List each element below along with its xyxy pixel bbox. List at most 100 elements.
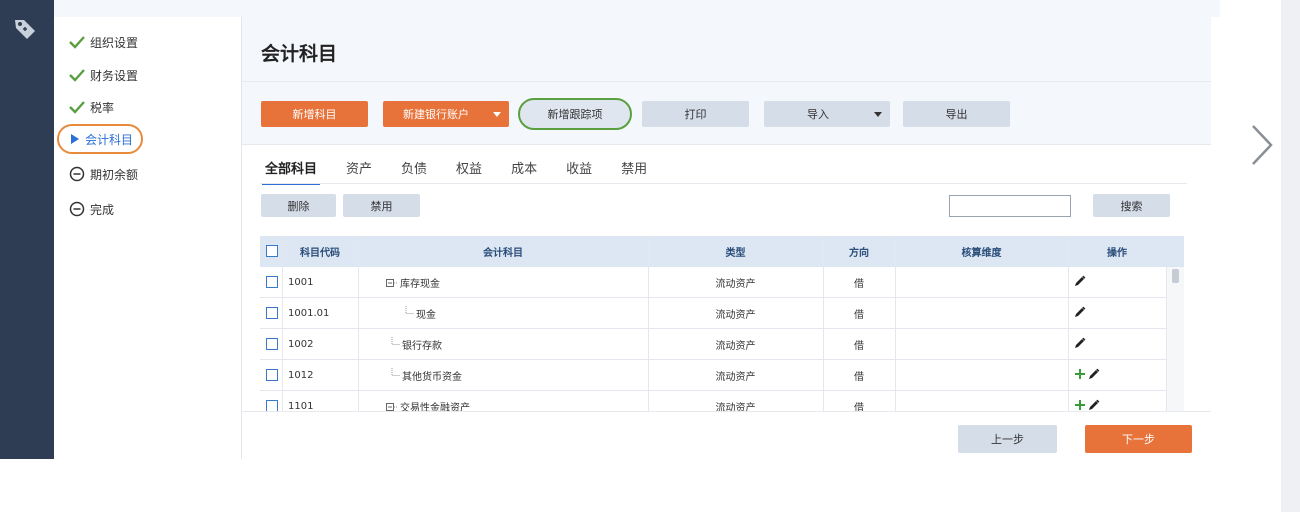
account-type: 流动资产	[715, 372, 756, 383]
check-icon	[68, 98, 86, 116]
select-all-checkbox[interactable]	[266, 245, 278, 257]
toolbar: 新增科目 新建银行账户 新增跟踪项 打印 导入 导出	[242, 82, 1211, 145]
row-checkbox[interactable]	[266, 369, 278, 381]
prev-step-button[interactable]: 上一步	[958, 425, 1057, 453]
step-opening-balance[interactable]: 期初余额	[68, 162, 138, 186]
search-input[interactable]	[949, 195, 1071, 217]
print-button[interactable]: 打印	[642, 101, 749, 127]
column-divider	[895, 236, 896, 411]
header-code[interactable]: 科目代码	[282, 236, 358, 267]
account-dimension	[895, 329, 1068, 360]
import-button[interactable]: 导入	[764, 101, 890, 127]
step-finance-settings[interactable]: 财务设置	[68, 63, 138, 87]
check-icon	[68, 33, 86, 51]
edit-pencil-icon[interactable]	[1088, 399, 1100, 411]
table-row[interactable]: 1001 库存现金 流动资产 借	[260, 267, 1166, 298]
row-checkbox[interactable]	[266, 276, 278, 288]
add-icon[interactable]	[1074, 368, 1086, 383]
tab-all[interactable]: 全部科目	[261, 157, 321, 185]
tree-line-icon	[390, 360, 400, 391]
account-type: 流动资产	[715, 341, 756, 352]
play-arrow-icon	[69, 130, 81, 148]
tag-icon[interactable]	[12, 16, 38, 42]
tree-expand-icon[interactable]	[386, 267, 398, 298]
edit-pencil-icon[interactable]	[1074, 275, 1086, 290]
step-label: 会计科目	[85, 132, 134, 147]
row-operations	[1074, 267, 1086, 298]
add-icon[interactable]	[1074, 399, 1086, 411]
row-checkbox[interactable]	[266, 338, 278, 350]
next-step-button[interactable]: 下一步	[1085, 425, 1192, 453]
top-band	[54, 0, 1220, 17]
tab-liabilities[interactable]: 负债	[401, 157, 427, 185]
column-divider	[648, 236, 649, 411]
column-divider	[1068, 236, 1069, 411]
category-tabs: 全部科目 资产 负债 权益 成本 收益 禁用	[261, 157, 676, 185]
account-dimension	[895, 298, 1068, 329]
tab-divider	[260, 183, 1187, 184]
tab-equity[interactable]: 权益	[456, 157, 482, 185]
chevron-down-icon	[874, 112, 882, 117]
row-checkbox[interactable]	[266, 307, 278, 319]
account-type: 流动资产	[715, 310, 756, 321]
header-operation: 操作	[1107, 248, 1127, 259]
scrollbar-thumb[interactable]	[1172, 269, 1179, 283]
setup-steps: 组织设置 财务设置 税率 会计科目 期初余额 完成	[54, 17, 242, 459]
account-name: 其他货币资金	[402, 372, 462, 383]
edit-pencil-icon[interactable]	[1088, 368, 1100, 383]
step-tax-rate[interactable]: 税率	[68, 95, 114, 119]
table-row[interactable]: 1002 银行存款 流动资产 借	[260, 329, 1166, 360]
tab-cost[interactable]: 成本	[511, 157, 537, 185]
table-row[interactable]: 1101 交易性金融资产 流动资产 借	[260, 391, 1166, 411]
step-complete[interactable]: 完成	[68, 197, 114, 221]
account-code: 1101	[288, 401, 314, 411]
header-type[interactable]: 类型	[648, 236, 823, 267]
row-checkbox[interactable]	[266, 400, 278, 411]
search-button[interactable]: 搜索	[1093, 194, 1170, 217]
new-bank-account-button[interactable]: 新建银行账户	[383, 101, 509, 127]
account-code: 1001.01	[288, 308, 330, 319]
account-dimension	[895, 267, 1068, 298]
step-label: 财务设置	[90, 68, 139, 83]
account-direction: 借	[854, 310, 864, 321]
account-code: 1001	[288, 277, 314, 288]
table-header: 科目代码 会计科目 类型 方向 核算维度 操作	[260, 236, 1184, 267]
header-dimension[interactable]: 核算维度	[895, 236, 1068, 267]
minus-circle-icon	[68, 165, 86, 183]
account-dimension	[895, 360, 1068, 391]
disable-button[interactable]: 禁用	[343, 194, 420, 217]
chevron-right-icon[interactable]	[1243, 120, 1283, 170]
right-scroll-strip	[1281, 0, 1300, 512]
header-name[interactable]: 会计科目	[358, 236, 648, 267]
check-icon	[68, 66, 86, 84]
tab-disabled[interactable]: 禁用	[621, 157, 647, 185]
main-content: 会计科目 新增科目 新建银行账户 新增跟踪项 打印 导入 导出 全部科目 资产 …	[242, 17, 1211, 459]
step-label: 完成	[90, 202, 115, 217]
add-account-button[interactable]: 新增科目	[261, 101, 368, 127]
step-accounts[interactable]: 会计科目	[57, 124, 144, 154]
delete-button[interactable]: 删除	[261, 194, 336, 217]
tree-expand-icon[interactable]	[386, 391, 398, 411]
step-org-settings[interactable]: 组织设置	[68, 30, 138, 54]
table-scrollbar[interactable]	[1166, 267, 1184, 411]
table-row[interactable]: 1012 其他货币资金 流动资产 借	[260, 360, 1166, 391]
tab-income[interactable]: 收益	[566, 157, 592, 185]
edit-pencil-icon[interactable]	[1074, 306, 1086, 321]
import-label: 导入	[807, 108, 829, 121]
export-button[interactable]: 导出	[903, 101, 1010, 127]
account-name: 交易性金融资产	[400, 403, 470, 411]
column-divider	[282, 236, 283, 411]
header-direction[interactable]: 方向	[823, 236, 895, 267]
account-dimension	[895, 391, 1068, 411]
add-tracking-item-button[interactable]: 新增跟踪项	[518, 98, 632, 130]
page-title: 会计科目	[261, 43, 338, 65]
account-name: 库存现金	[400, 279, 440, 290]
table-row[interactable]: 1001.01 现金 流动资产 借	[260, 298, 1166, 329]
account-code: 1012	[288, 370, 314, 381]
row-operations	[1074, 391, 1100, 411]
accounts-table: 科目代码 会计科目 类型 方向 核算维度 操作 1001 库存现金 流动资产借 100…	[260, 236, 1184, 411]
edit-pencil-icon[interactable]	[1074, 337, 1086, 352]
tab-assets[interactable]: 资产	[346, 157, 372, 185]
account-name: 现金	[416, 310, 436, 321]
row-operations	[1074, 298, 1086, 329]
